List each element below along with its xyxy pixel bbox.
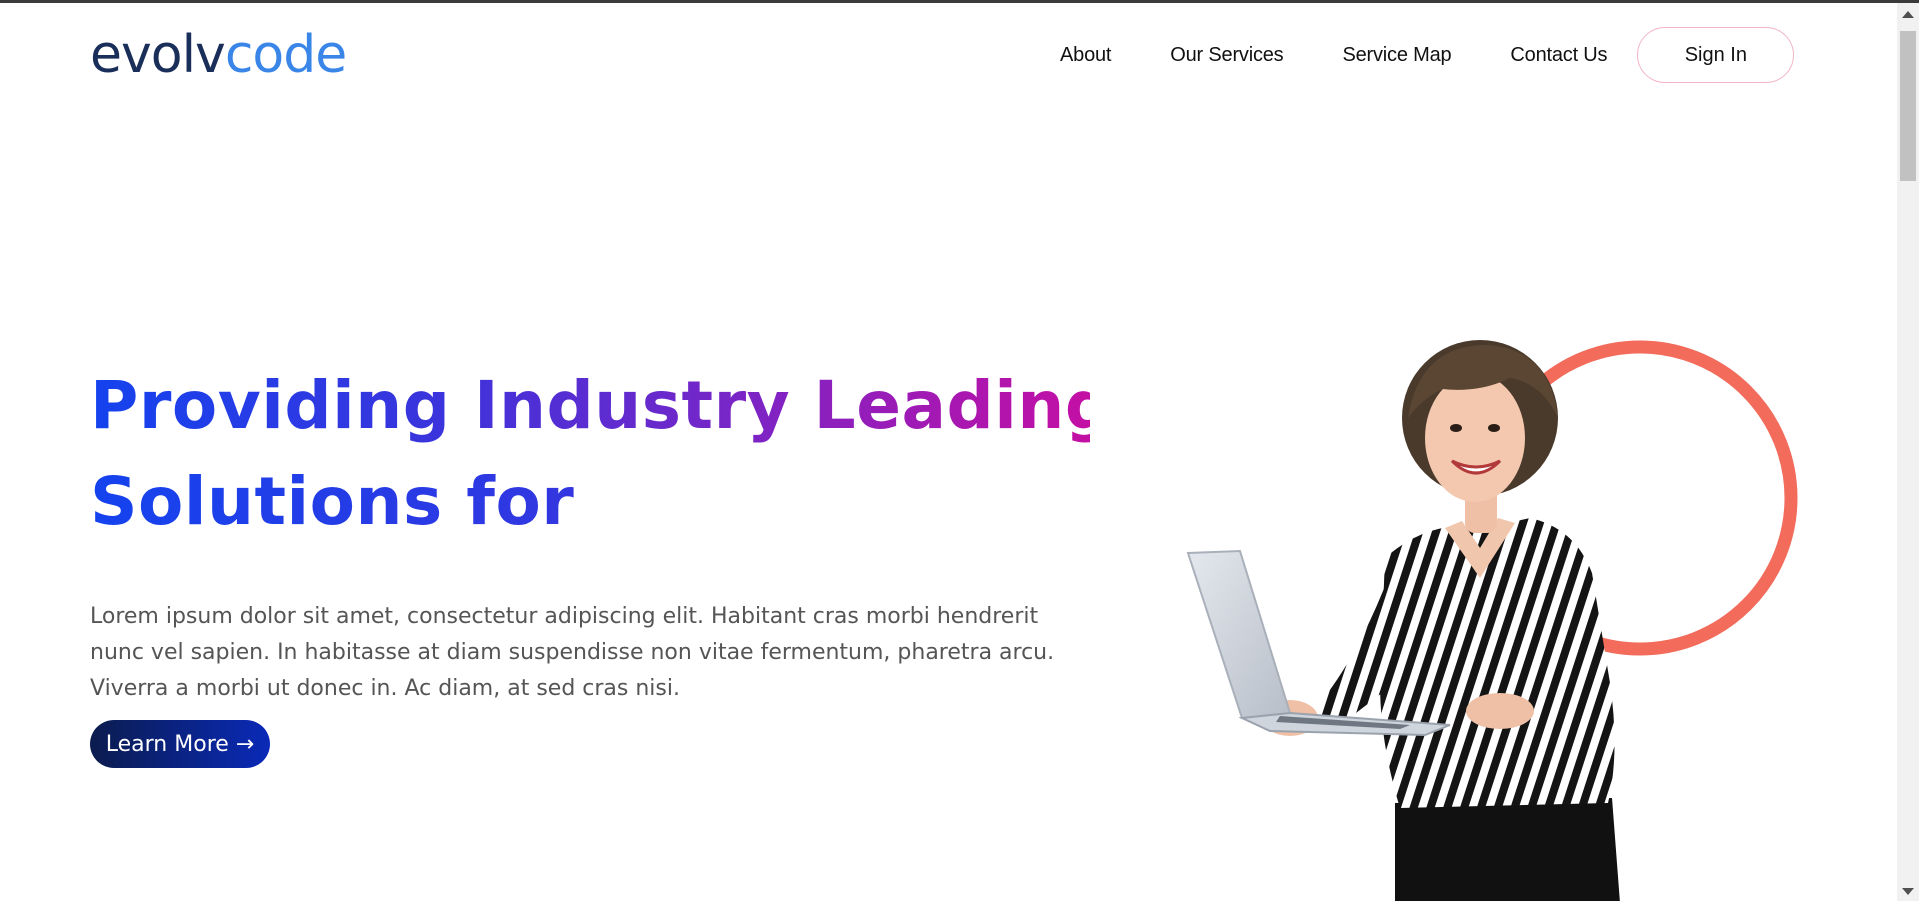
logo-text-dark: evolv bbox=[90, 25, 226, 85]
nav-link-our-services[interactable]: Our Services bbox=[1170, 44, 1283, 67]
brand-logo[interactable]: evolvcode bbox=[90, 25, 347, 85]
hero-headline-line-1: Providing Industry Leading bbox=[90, 358, 1112, 454]
main-nav: About Our Services Service Map Contact U… bbox=[1060, 27, 1795, 83]
nav-link-about[interactable]: About bbox=[1060, 44, 1111, 67]
hero-headline-line-2: Solutions for bbox=[90, 454, 1090, 550]
hero-image bbox=[1186, 340, 1798, 901]
nav-link-contact-us[interactable]: Contact Us bbox=[1510, 44, 1607, 67]
hero-description: Lorem ipsum dolor sit amet, consectetur … bbox=[90, 604, 1055, 701]
woman-figure bbox=[1262, 340, 1620, 901]
scroll-up-arrow-icon[interactable] bbox=[1902, 11, 1914, 18]
hero-headline: Providing Industry Leading Solutions for bbox=[90, 358, 1112, 550]
learn-more-button[interactable]: Learn More → bbox=[90, 720, 270, 768]
landing-page: evolvcode About Our Services Service Map… bbox=[0, 3, 1897, 901]
vertical-scrollbar[interactable] bbox=[1897, 3, 1919, 901]
logo-text-accent: code bbox=[224, 25, 347, 85]
scrollbar-thumb[interactable] bbox=[1900, 31, 1916, 181]
scroll-down-arrow-icon[interactable] bbox=[1902, 888, 1914, 895]
sign-in-button[interactable]: Sign In bbox=[1637, 27, 1795, 83]
nav-link-service-map[interactable]: Service Map bbox=[1342, 44, 1451, 67]
